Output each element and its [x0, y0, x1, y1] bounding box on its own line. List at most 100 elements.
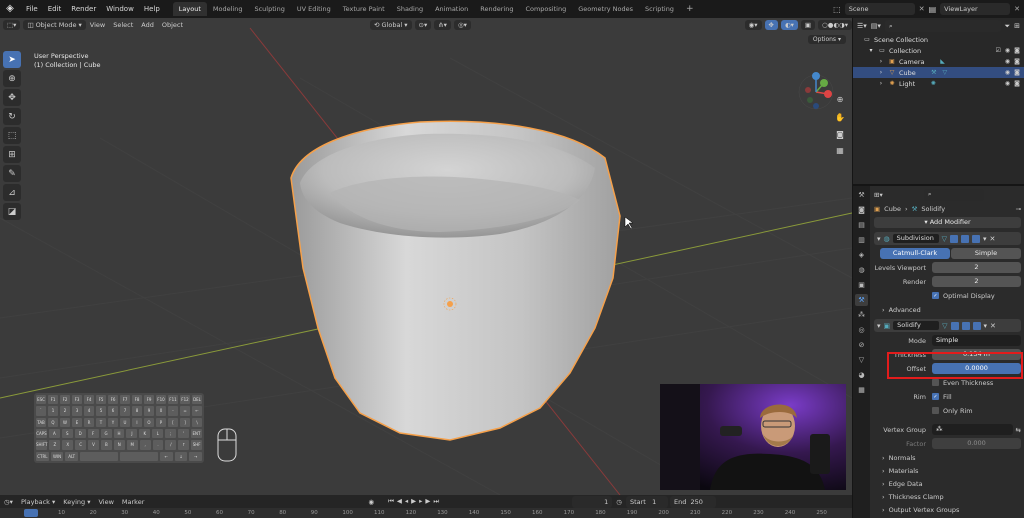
catmull-clark-button[interactable]: Catmull-Clark [880, 248, 950, 259]
scene-selector[interactable]: Scene [844, 3, 915, 15]
editmode-toggle-icon[interactable] [950, 234, 959, 243]
add-workspace-button[interactable]: + [680, 4, 700, 14]
playhead-marker[interactable] [24, 509, 38, 517]
object-tab-icon[interactable]: ▣ [855, 279, 868, 291]
eye-icon[interactable]: ◉ [1005, 58, 1010, 65]
render-levels-field[interactable]: 2 [932, 276, 1021, 287]
timeline-editor-icon[interactable]: ◷▾ [0, 498, 17, 506]
scale-tool-button[interactable]: ⬚ [3, 127, 21, 144]
editmode-toggle-icon[interactable] [950, 321, 959, 330]
snap-toggle[interactable]: ⋔▾ [434, 20, 451, 30]
chevron-down-icon[interactable]: ▾ [983, 235, 987, 243]
checkbox-icon[interactable]: ☑ [996, 47, 1001, 54]
tab-texture-paint[interactable]: Texture Paint [337, 2, 391, 16]
physics-tab-icon[interactable]: ◎ [855, 324, 868, 336]
pivot-dropdown[interactable]: ⊙▾ [414, 20, 432, 30]
orientation-dropdown[interactable]: ⟲ Global ▾ [370, 20, 412, 30]
solidify-modifier-header[interactable]: ▾ ▣ Solidify ▽ ▾ ✕ [874, 319, 1021, 332]
add-modifier-button[interactable]: ▾ Add Modifier [874, 217, 1021, 228]
new-collection-icon[interactable]: ⊞ [1014, 22, 1020, 30]
viewport-toggle-icon[interactable] [961, 321, 970, 330]
mode-dropdown[interactable]: ◫ Object Mode ▾ [23, 20, 86, 30]
eye-icon[interactable]: ◉ [1005, 47, 1010, 54]
particles-tab-icon[interactable]: ⁂ [855, 309, 868, 321]
invert-icon[interactable]: ⇆ [1016, 426, 1021, 434]
normals-subpanel[interactable]: › Normals [874, 451, 1021, 464]
options-button[interactable]: Options ▾ [807, 35, 846, 44]
xray-toggle[interactable]: ▣ [800, 20, 816, 30]
blender-logo-icon[interactable]: ◈ [3, 2, 17, 16]
transform-tool-button[interactable]: ⊞ [3, 146, 21, 163]
hand-pan-icon[interactable]: ✋ [834, 113, 846, 125]
menu-keying[interactable]: Keying ▾ [59, 498, 94, 506]
factor-field[interactable]: 0.000 [932, 438, 1021, 449]
fill-checkbox[interactable]: ✓ [932, 393, 939, 400]
tab-geometry-nodes[interactable]: Geometry Nodes [572, 2, 639, 16]
gizmo-toggle[interactable]: ✥ [764, 20, 778, 30]
current-frame-field[interactable]: 1 [572, 495, 613, 508]
zoom-icon[interactable]: ⊕ [834, 95, 846, 107]
solidify-name-field[interactable]: Solidify [893, 321, 940, 330]
levels-viewport-field[interactable]: 2 [932, 262, 1021, 273]
materials-subpanel[interactable]: › Materials [874, 464, 1021, 477]
advanced-subpanel[interactable]: › Advanced [874, 303, 1021, 316]
simple-button[interactable]: Simple [951, 248, 1021, 259]
eye-icon[interactable]: ◉ [1005, 69, 1010, 76]
tab-uv-editing[interactable]: UV Editing [291, 2, 337, 16]
add-cube-tool-button[interactable]: ◪ [3, 203, 21, 220]
cursor-tool-button[interactable]: ⊕ [3, 70, 21, 87]
output-vertex-groups-subpanel[interactable]: › Output Vertex Groups [874, 503, 1021, 516]
texture-tab-icon[interactable]: ▦ [855, 384, 868, 396]
outliner-item-light[interactable]: › ✺ Light ✺ ◉ ◙ [853, 78, 1024, 89]
timeline-ruler[interactable]: 10 20 30 40 50 60 70 80 90 100 110 120 130 140 150 160 1… [0, 508, 852, 518]
world-tab-icon[interactable]: ◍ [855, 264, 868, 276]
proportional-toggle[interactable]: ◎▾ [453, 20, 471, 30]
edge-data-subpanel[interactable]: › Edge Data [874, 477, 1021, 490]
data-tab-icon[interactable]: ▽ [855, 354, 868, 366]
vertex-group-field[interactable]: ⁂ [932, 424, 1013, 435]
tab-modeling[interactable]: Modeling [207, 2, 249, 16]
tab-layout[interactable]: Layout [172, 2, 207, 16]
outliner-editor-icon[interactable]: ☰▾ [857, 22, 867, 30]
subdivision-modifier-header[interactable]: ▾ ◍ Subdivision ▽ ▾ ✕ [874, 232, 1021, 245]
render-toggle-icon[interactable] [972, 234, 981, 243]
menu-playback[interactable]: Playback ▾ [17, 498, 59, 506]
even-thickness-checkbox[interactable] [932, 379, 939, 386]
menu-file[interactable]: File [21, 5, 43, 13]
scene-tab-icon[interactable]: ◈ [855, 249, 868, 261]
render-tab-icon[interactable]: ◙ [855, 204, 868, 216]
visibility-dropdown[interactable]: ◉▾ [744, 20, 762, 30]
chevron-down-icon[interactable]: ▾ [984, 322, 988, 330]
menu-marker[interactable]: Marker [118, 498, 148, 506]
annotate-tool-button[interactable]: ✎ [3, 165, 21, 182]
display-mode-icon[interactable]: ▤▾ [871, 22, 881, 30]
modifier-toggle-icon[interactable]: ▽ [942, 322, 947, 330]
view-layer-selector[interactable]: ViewLayer [940, 3, 1011, 15]
shading-buttons[interactable]: ○●◐◑▾ [818, 20, 852, 30]
tab-scripting[interactable]: Scripting [639, 2, 680, 16]
3d-viewport[interactable]: ⬚▾ ◫ Object Mode ▾ View Select Add Object … [0, 18, 852, 495]
measure-tool-button[interactable]: ⊿ [3, 184, 21, 201]
close-icon[interactable]: ✕ [990, 322, 996, 330]
camera-icon[interactable]: ◙ [1014, 69, 1020, 76]
modifier-toggle-icon[interactable]: ▽ [942, 235, 947, 243]
viewport-toggle-icon[interactable] [961, 234, 970, 243]
only-rim-checkbox[interactable] [932, 407, 939, 414]
output-tab-icon[interactable]: ▤ [855, 219, 868, 231]
menu-window[interactable]: Window [101, 5, 139, 13]
camera-icon[interactable]: ◙ [1014, 80, 1020, 87]
menu-help[interactable]: Help [139, 5, 165, 13]
menu-object[interactable]: Object [158, 21, 187, 29]
menu-view[interactable]: View [86, 21, 109, 29]
render-toggle-icon[interactable] [972, 321, 981, 330]
camera-icon[interactable]: ◙ [1014, 58, 1020, 65]
outliner-search-input[interactable]: ⌕ [884, 20, 1001, 32]
menu-add[interactable]: Add [137, 21, 158, 29]
camera-icon[interactable]: ◙ [1014, 47, 1020, 54]
menu-timeline-view[interactable]: View [94, 498, 117, 506]
material-tab-icon[interactable]: ◕ [855, 369, 868, 381]
tab-compositing[interactable]: Compositing [519, 2, 572, 16]
start-frame-field[interactable]: Start 1 [625, 495, 668, 508]
close-icon[interactable]: ✕ [919, 5, 925, 13]
properties-search-input[interactable]: ⌕ [923, 188, 984, 201]
